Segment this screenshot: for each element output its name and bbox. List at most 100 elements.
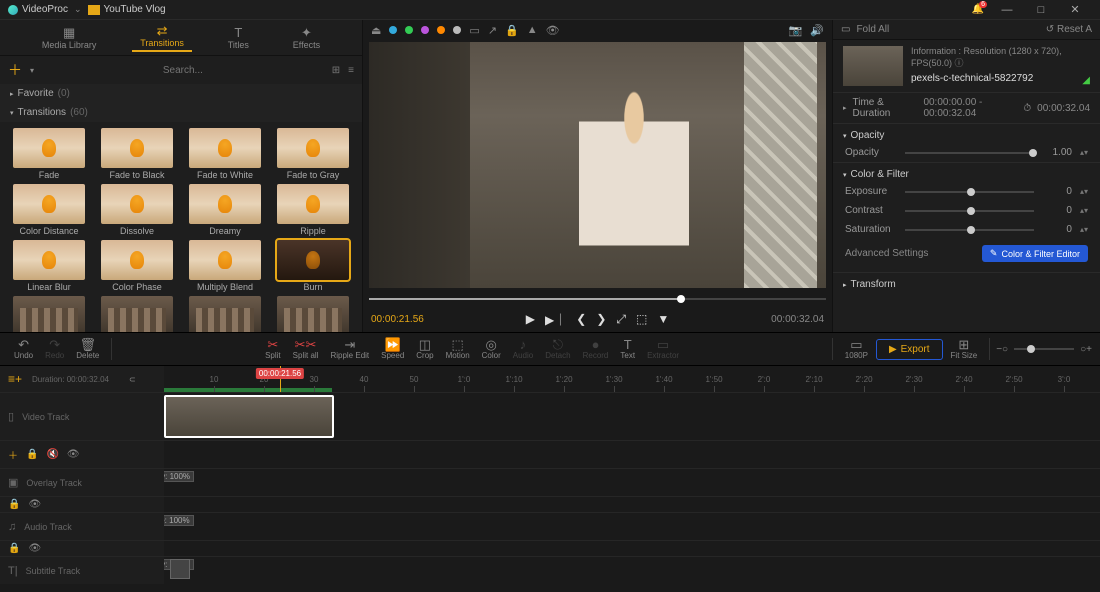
time-duration-row[interactable]: ▸ Time & Duration 00:00:00.00 - 00:00:32… [833, 92, 1100, 123]
timeline-ruler[interactable]: 10203040501':01':101':201':301':401':502… [164, 366, 1100, 392]
add-track-icon[interactable]: ≡+ [8, 372, 22, 386]
mute-track-icon[interactable]: 🔇 [46, 449, 58, 460]
subtitle-clip[interactable] [170, 559, 190, 579]
grid-view-icon[interactable]: ⊞ [332, 65, 340, 76]
hide-track-icon[interactable]: 👁 [67, 449, 80, 460]
transition-item[interactable]: Fade [10, 128, 88, 180]
prev-frame-button[interactable]: ❮ [576, 312, 586, 326]
marker-green[interactable] [405, 26, 413, 34]
transition-item[interactable]: Ripple [274, 184, 352, 236]
split-all-button[interactable]: ✂✂Split all [287, 338, 325, 360]
transition-item[interactable]: Dissolve [98, 184, 176, 236]
maximize-button[interactable]: □ [1024, 4, 1058, 16]
volume-icon[interactable]: 🔊 [810, 24, 824, 37]
transition-item[interactable]: Displacement [98, 296, 176, 332]
exposure-slider[interactable] [905, 191, 1034, 193]
transition-item[interactable]: Glitch Displacement [186, 296, 264, 332]
zoom-in-icon[interactable]: ○+ [1080, 344, 1092, 355]
transform-section[interactable]: ▸Transform [833, 272, 1100, 292]
add-dropdown[interactable]: ▾ [30, 66, 34, 75]
app-dropdown[interactable]: ⌄ [74, 4, 82, 15]
delete-button[interactable]: 🗑Delete [70, 338, 105, 360]
track-lane[interactable]: Volume: 100% [164, 513, 1100, 540]
text-button[interactable]: TText [614, 338, 641, 360]
transitions-category[interactable]: ▾ Transitions (60) [0, 103, 362, 122]
search-input[interactable] [42, 65, 324, 76]
ruler-icon[interactable]: ▭ [469, 24, 479, 37]
zoom-out-icon[interactable]: −○ [996, 344, 1008, 355]
reset-button[interactable]: ↺ Reset A [1046, 24, 1092, 35]
marker-purple[interactable] [421, 26, 429, 34]
undo-button[interactable]: ↶Undo [8, 338, 39, 360]
transition-item[interactable]: Fade to Black [98, 128, 176, 180]
eye-icon[interactable]: 👁 [546, 24, 560, 37]
resolution-button[interactable]: ▭1080P [839, 338, 874, 360]
transition-item[interactable]: Dreamy [186, 184, 264, 236]
transition-item[interactable]: Multiply Blend [186, 240, 264, 292]
transition-item[interactable]: Glitch Memories [274, 296, 352, 332]
speed-button[interactable]: ⏩Speed [375, 338, 410, 360]
transition-item[interactable]: Color Phase [98, 240, 176, 292]
play-range-button[interactable]: ▶｜ [545, 311, 566, 328]
transition-item[interactable]: Color Distance [10, 184, 88, 236]
safe-zone-icon[interactable]: ⬚ [636, 312, 647, 326]
panel-toggle-icon[interactable]: ▭ [841, 24, 850, 35]
marker-orange[interactable] [437, 26, 445, 34]
tab-titles[interactable]: TTitles [220, 26, 257, 50]
marker-cyan[interactable] [389, 26, 397, 34]
transition-item[interactable]: Linear Blur [10, 240, 88, 292]
bell-icon[interactable]: 🔔 [972, 4, 984, 15]
lock-track-icon[interactable]: 🔒 [8, 499, 20, 510]
next-frame-button[interactable]: ❯ [596, 312, 606, 326]
hide-track-icon[interactable]: 👁 [28, 543, 41, 554]
split-button[interactable]: ✂Split [259, 338, 287, 360]
color-button[interactable]: ◎Color [476, 338, 507, 360]
advanced-settings-link[interactable]: Advanced Settings [845, 248, 928, 259]
play-button[interactable]: ▶ [526, 312, 535, 326]
track-opacity-tag[interactable]: Opacity: 100% [164, 471, 194, 482]
minimize-button[interactable]: — [990, 4, 1024, 16]
favorite-category[interactable]: ▸ Favorite (0) [0, 84, 362, 103]
saturation-stepper[interactable]: ▴▾ [1080, 225, 1088, 234]
tab-media-library[interactable]: ▦Media Library [34, 26, 105, 50]
transition-item[interactable]: Fade to White [186, 128, 264, 180]
transition-item[interactable]: Fade to Gray [274, 128, 352, 180]
lock-icon[interactable]: 🔒 [505, 24, 519, 37]
color-filter-section[interactable]: ▾Color & Filter [833, 162, 1100, 182]
fold-all-button[interactable]: Fold All [856, 24, 889, 35]
crop-button[interactable]: ◫Crop [410, 338, 439, 360]
tab-effects[interactable]: ✦Effects [285, 26, 328, 50]
track-lane[interactable]: Opacity: 100% [164, 469, 1100, 496]
contrast-slider[interactable] [905, 210, 1034, 212]
zoom-slider[interactable] [1014, 348, 1074, 350]
snapshot-icon[interactable]: 📷 [789, 24, 803, 37]
transition-item[interactable]: Burn [274, 240, 352, 292]
add-media-button[interactable]: ＋ [8, 60, 22, 80]
video-clip[interactable] [164, 395, 334, 438]
track-opacity-tag[interactable]: Volume: 100% [164, 515, 194, 526]
color-sample-icon[interactable]: ◢ [1082, 75, 1090, 86]
close-button[interactable]: ✕ [1058, 3, 1092, 16]
arrow-icon[interactable]: ↗ [488, 24, 497, 37]
list-view-icon[interactable]: ≡ [348, 65, 354, 76]
track-lane[interactable] [164, 393, 1100, 440]
opacity-stepper[interactable]: ▴▾ [1080, 148, 1088, 157]
marker-gray[interactable] [453, 26, 461, 34]
exposure-stepper[interactable]: ▴▾ [1080, 187, 1088, 196]
info-help-icon[interactable]: ⓘ [955, 58, 964, 68]
motion-button[interactable]: ⬚Motion [440, 338, 476, 360]
saturation-slider[interactable] [905, 229, 1034, 231]
tab-transitions[interactable]: ⇄Transitions [132, 24, 192, 52]
opacity-slider[interactable] [905, 152, 1034, 154]
eject-icon[interactable]: ⏏ [371, 24, 381, 37]
lock-track-icon[interactable]: 🔒 [8, 543, 20, 554]
snap-icon[interactable]: ▼ [657, 312, 669, 326]
flag-icon[interactable]: ▲ [527, 24, 538, 36]
magnet-icon[interactable]: ⊂ [129, 375, 136, 384]
preview-canvas[interactable] [369, 42, 826, 288]
fullscreen-icon[interactable]: ⤢ [616, 312, 626, 327]
ripple-edit-button[interactable]: ⇥Ripple Edit [324, 338, 375, 360]
lock-track-icon[interactable]: 🔒 [26, 449, 38, 460]
hide-track-icon[interactable]: 👁 [28, 499, 41, 510]
track-lane[interactable]: Opacity: 100% [164, 557, 1100, 584]
